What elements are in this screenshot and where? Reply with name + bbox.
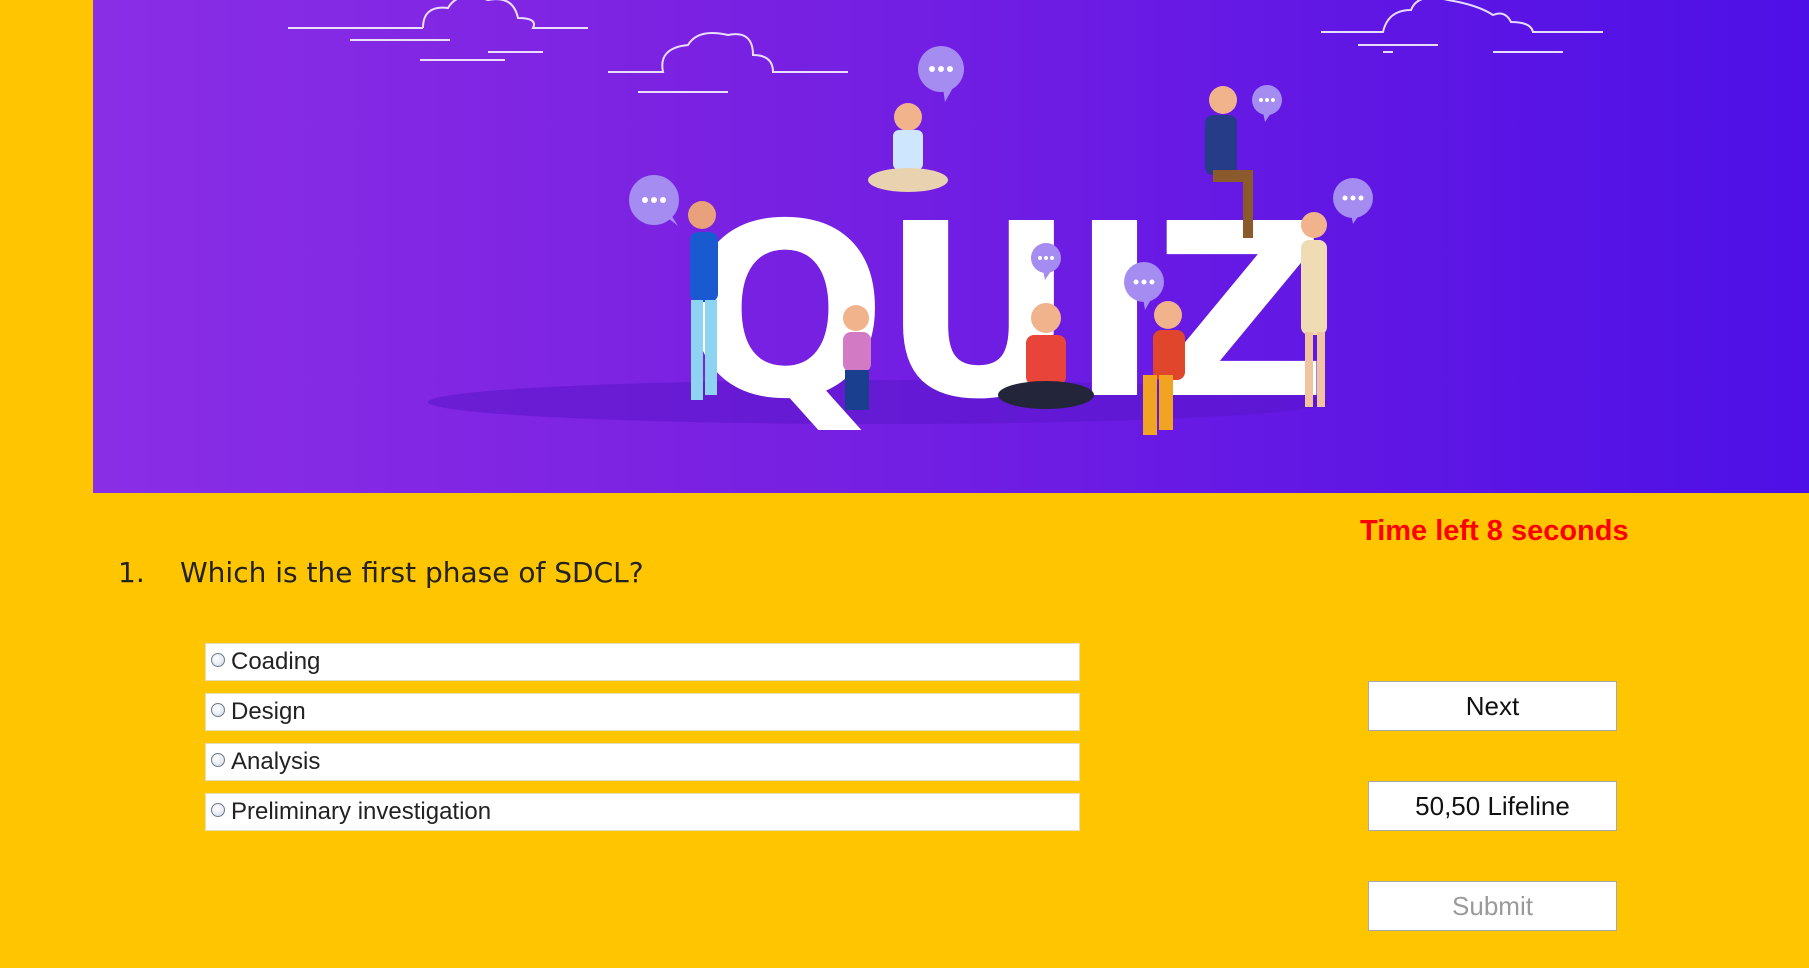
radio-button[interactable] xyxy=(211,703,225,717)
question-text: Which is the first phase of SDCL? xyxy=(180,556,644,589)
answer-options: Coading Design Analysis Preliminary inve… xyxy=(205,643,1080,843)
submit-button[interactable]: Submit xyxy=(1368,881,1617,931)
option-label: Analysis xyxy=(231,748,321,775)
next-button[interactable]: Next xyxy=(1368,681,1617,731)
option-label: Design xyxy=(231,698,306,725)
question-number: 1. xyxy=(118,556,145,589)
quiz-title-graphic: QUIZ xyxy=(683,172,1327,452)
question: 1. Which is the first phase of SDCL? xyxy=(118,556,644,589)
option-coading[interactable]: Coading xyxy=(205,643,1080,681)
radio-button[interactable] xyxy=(211,803,225,817)
option-analysis[interactable]: Analysis xyxy=(205,743,1080,781)
radio-button[interactable] xyxy=(211,653,225,667)
option-design[interactable]: Design xyxy=(205,693,1080,731)
option-label: Coading xyxy=(231,648,321,675)
option-label: Preliminary investigation xyxy=(231,798,492,825)
svg-text:QUIZ: QUIZ xyxy=(683,172,1321,452)
radio-button[interactable] xyxy=(211,753,225,767)
option-preliminary-investigation[interactable]: Preliminary investigation xyxy=(205,793,1080,831)
banner-illustration: QUIZ xyxy=(288,0,1603,452)
quiz-banner: QUIZ xyxy=(93,0,1809,493)
lifeline-button[interactable]: 50,50 Lifeline xyxy=(1368,781,1617,831)
time-left-text: Time left 8 seconds xyxy=(1360,515,1629,547)
